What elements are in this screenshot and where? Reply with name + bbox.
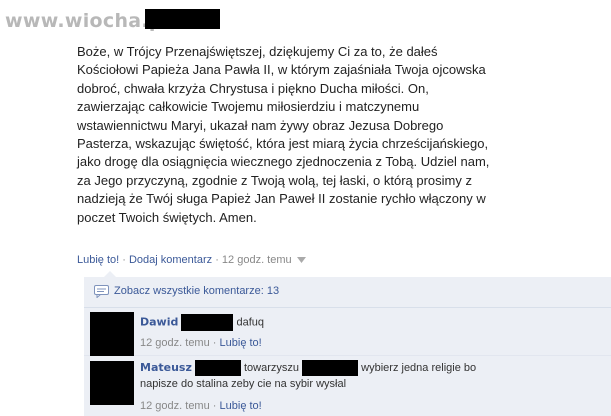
comment-time: 12 godz. temu	[140, 337, 210, 349]
comments-panel: Zobacz wszystkie komentarze: 13 Dawid da…	[84, 277, 611, 416]
post-line: za Jego przyczyną, zgodnie z Twoją wolą,…	[77, 172, 472, 188]
avatar[interactable]	[90, 361, 134, 405]
comment-author[interactable]: Dawid	[140, 315, 178, 328]
separator: ·	[119, 254, 129, 266]
comment-text-line: Mateusz towarzyszu wybierz jedna religie…	[140, 360, 600, 377]
separator: ·	[212, 254, 222, 266]
post-line: jako drogę dla osiągnięcia wiecznego zje…	[77, 154, 490, 170]
comment-meta: 12 godz. temu · Lubię to!	[140, 400, 262, 413]
post-line: Boże, w Trójcy Przenajświętszej, dziękuj…	[77, 44, 438, 59]
comment-item: Dawid dafuq 12 godz. temu · Lubię to!	[84, 308, 611, 356]
comment-item: Mateusz towarzyszu wybierz jedna religie…	[84, 356, 611, 416]
comment-text: dafuq	[236, 316, 265, 329]
comment-like-link[interactable]: Lubię to!	[220, 337, 262, 349]
comment-like-link[interactable]: Lubię to!	[220, 400, 262, 412]
post-line: Pasterza, wskazując świętość, która jest…	[77, 136, 489, 152]
post-line: nadzieją że Twój sługa Papież Jan Paweł …	[77, 191, 486, 207]
post-line: Kościołowi Papieża Jana Pawła II, w któr…	[77, 62, 486, 78]
comment-author[interactable]: Mateusz	[140, 361, 192, 374]
view-all-comments-label[interactable]: Zobacz wszystkie komentarze: 13	[114, 285, 279, 297]
redacted-name	[302, 360, 359, 377]
post-text: Boże, w Trójcy Przenajświętszej, dziękuj…	[77, 43, 607, 227]
like-link[interactable]: Lubię to!	[77, 254, 119, 266]
redacted-surname	[194, 360, 241, 377]
post-line: wstawiennictwu Maryi, ukazał nam żywy ob…	[77, 117, 444, 133]
comments-bubble-icon	[94, 285, 109, 301]
post-actions: Lubię to! · Dodaj komentarz · 12 godz. t…	[77, 254, 306, 266]
avatar[interactable]	[90, 312, 134, 356]
comment-text: towarzyszu	[244, 362, 300, 374]
post-time: 12 godz. temu	[221, 254, 292, 266]
redacted-surname	[181, 314, 234, 331]
comment-text: wybierz jedna religie bo	[361, 362, 477, 374]
redacted-author-name	[145, 9, 220, 29]
post-line: zawierzając całkowicie Twojemu miłosierd…	[77, 99, 420, 115]
add-comment-link[interactable]: Dodaj komentarz	[129, 254, 212, 266]
comment-time: 12 godz. temu	[140, 400, 210, 413]
post-line: poczet Twoich świętych. Amen.	[77, 209, 257, 225]
comment-text-line: Dawid dafuq	[140, 314, 600, 331]
post-line: dobroć, chwała krzyża Chrystusa i piękno…	[77, 80, 429, 96]
view-all-comments[interactable]: Zobacz wszystkie komentarze: 13	[84, 277, 611, 308]
comment-meta: 12 godz. temu · Lubię to!	[140, 337, 262, 349]
comment-text-line: napisze do stalina zeby cie na sybir wys…	[140, 378, 347, 391]
options-dropdown-icon[interactable]	[296, 254, 306, 266]
